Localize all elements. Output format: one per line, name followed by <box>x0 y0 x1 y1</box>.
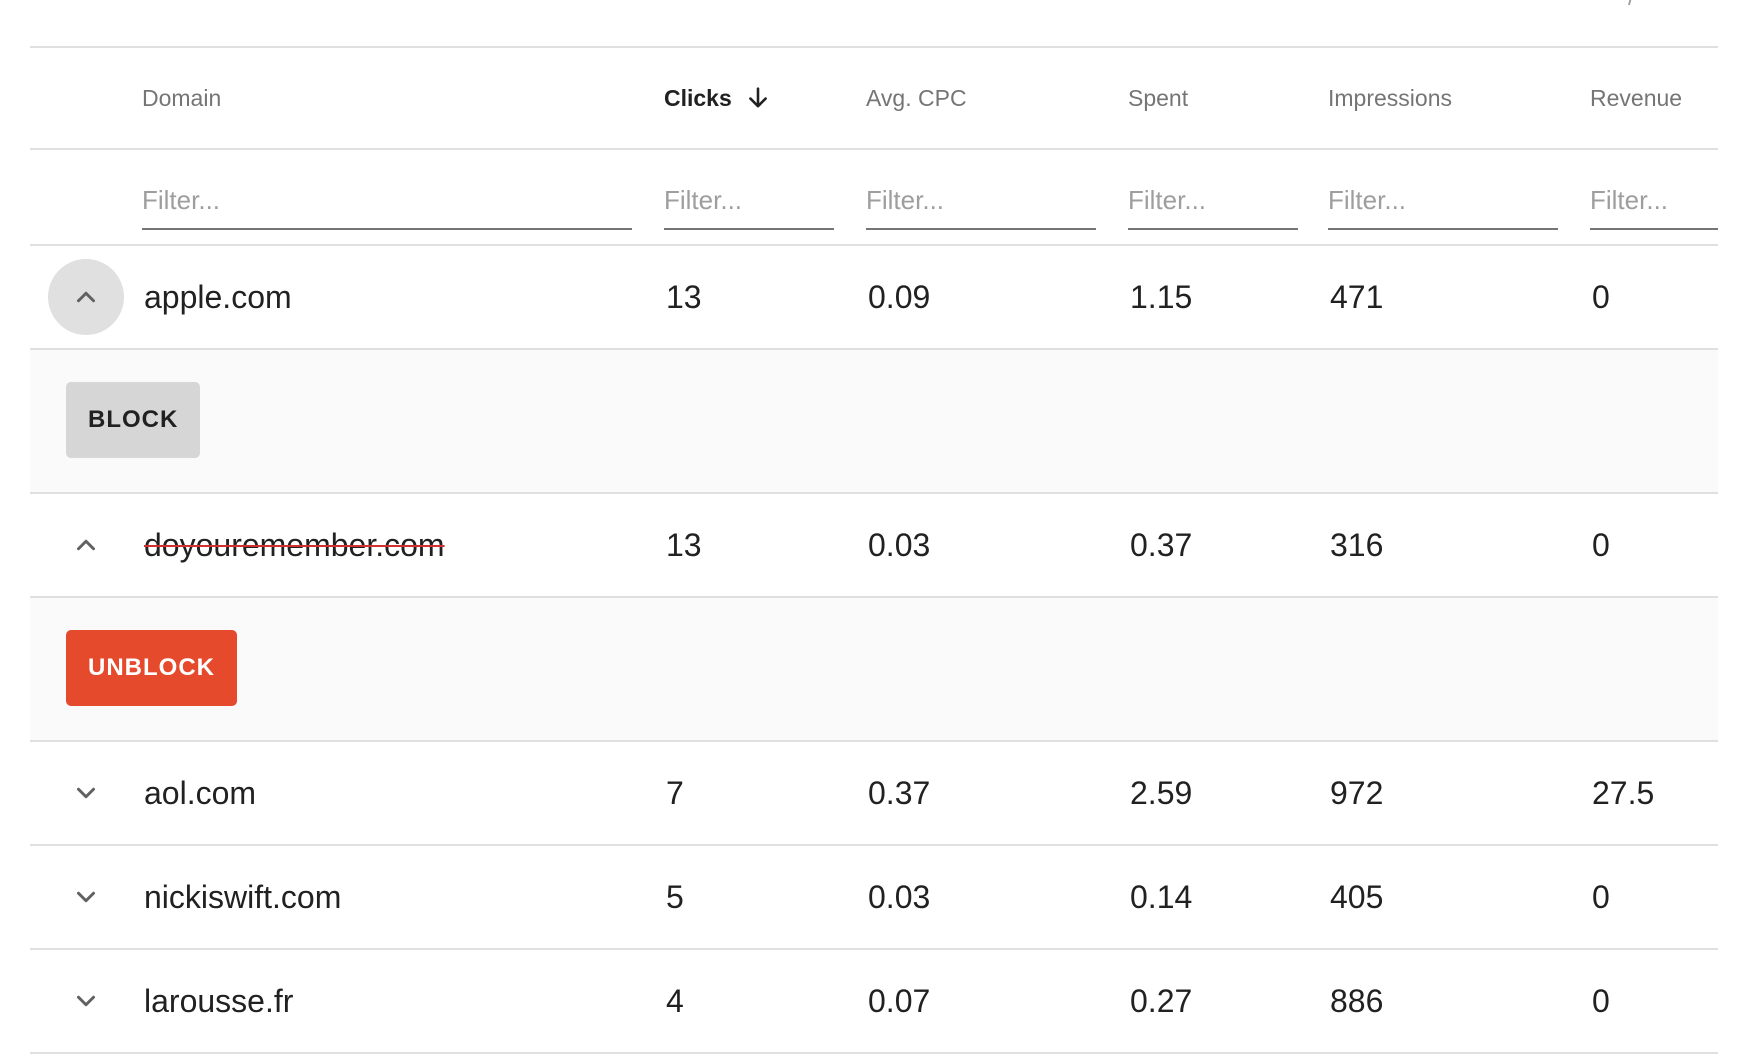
arrow-down-icon[interactable] <box>744 84 772 112</box>
column-header-spent[interactable]: Spent <box>1128 48 1298 148</box>
collapse-row-button[interactable] <box>48 259 124 335</box>
impressions-cell: 471 <box>1330 278 1384 315</box>
column-header-domain[interactable]: Domain <box>142 48 632 148</box>
chevron-down-icon <box>77 995 95 1007</box>
avg-cpc-filter-input[interactable] <box>866 185 1096 230</box>
clicks-cell: 4 <box>666 982 684 1019</box>
domain-cell: larousse.fr <box>144 982 294 1019</box>
column-header-impressions[interactable]: Impressions <box>1328 48 1558 148</box>
clicks-cell: 5 <box>666 878 684 915</box>
impressions-filter-input[interactable] <box>1328 185 1558 230</box>
table-row[interactable]: doyouremember.com 13 0.03 0.37 316 0 <box>30 494 1718 598</box>
avg-cpc-cell: 0.03 <box>868 878 931 915</box>
column-header-revenue[interactable]: Revenue <box>1590 48 1718 148</box>
chevron-up-icon <box>77 291 95 303</box>
filter-cell-domain <box>142 150 632 244</box>
avg-cpc-cell: 0.03 <box>868 526 931 563</box>
spent-cell: 0.27 <box>1130 982 1193 1019</box>
revenue-cell: 0 <box>1592 526 1610 563</box>
top-edge-fragment: / <box>1628 0 1635 12</box>
domain-cell: aol.com <box>144 774 257 811</box>
spent-cell: 2.59 <box>1130 774 1193 811</box>
revenue-cell: 0 <box>1592 982 1610 1019</box>
impressions-cell: 405 <box>1330 878 1384 915</box>
row-detail-panel: UNBLOCK <box>30 598 1718 742</box>
chevron-up-icon <box>77 539 95 551</box>
block-button[interactable]: BLOCK <box>66 382 201 458</box>
impressions-cell: 886 <box>1330 982 1384 1019</box>
chevron-down-icon <box>77 891 95 903</box>
spent-cell: 0.37 <box>1130 526 1193 563</box>
avg-cpc-cell: 0.07 <box>868 982 931 1019</box>
table-row[interactable]: larousse.fr 4 0.07 0.27 886 0 <box>30 950 1718 1054</box>
clicks-cell: 13 <box>666 278 702 315</box>
filter-cell-impressions <box>1328 150 1558 244</box>
impressions-cell: 972 <box>1330 774 1384 811</box>
domain-cell: doyouremember.com <box>144 494 634 596</box>
clicks-cell: 7 <box>666 774 684 811</box>
filter-cell-clicks <box>664 150 834 244</box>
table-row[interactable]: apple.com 13 0.09 1.15 471 0 <box>30 246 1718 350</box>
impressions-cell: 316 <box>1330 526 1384 563</box>
clicks-cell: 13 <box>666 526 702 563</box>
column-header-clicks-label: Clicks <box>664 84 732 111</box>
filter-cell-revenue <box>1590 150 1718 244</box>
clicks-filter-input[interactable] <box>664 185 834 230</box>
row-detail-panel: BLOCK <box>30 350 1718 494</box>
spent-filter-input[interactable] <box>1128 185 1298 230</box>
avg-cpc-cell: 0.37 <box>868 774 931 811</box>
avg-cpc-cell: 0.09 <box>868 278 931 315</box>
revenue-filter-input[interactable] <box>1590 185 1718 230</box>
filter-cell-spent <box>1128 150 1298 244</box>
revenue-cell: 0 <box>1592 878 1610 915</box>
chevron-down-icon <box>77 787 95 799</box>
expand-row-button[interactable] <box>48 963 124 1039</box>
table-row[interactable]: aol.com 7 0.37 2.59 972 27.5 <box>30 742 1718 846</box>
domains-table: Domain Clicks Avg. CPC Spent Impressions… <box>30 46 1718 1054</box>
spent-cell: 0.14 <box>1130 878 1193 915</box>
collapse-row-button[interactable] <box>48 507 124 583</box>
spent-cell: 1.15 <box>1130 278 1193 315</box>
table-row[interactable]: nickiswift.com 5 0.03 0.14 405 0 <box>30 846 1718 950</box>
domain-cell: apple.com <box>144 278 292 315</box>
column-header-avg-cpc[interactable]: Avg. CPC <box>866 48 1096 148</box>
unblock-button[interactable]: UNBLOCK <box>66 630 237 706</box>
expand-row-button[interactable] <box>48 859 124 935</box>
table-header-row: Domain Clicks Avg. CPC Spent Impressions… <box>30 48 1718 150</box>
column-header-clicks[interactable]: Clicks <box>664 48 834 148</box>
expand-row-button[interactable] <box>48 755 124 831</box>
revenue-cell: 0 <box>1592 278 1610 315</box>
domain-filter-input[interactable] <box>142 185 632 230</box>
revenue-cell: 27.5 <box>1592 774 1655 811</box>
filter-row <box>30 150 1718 246</box>
domain-cell: nickiswift.com <box>144 878 342 915</box>
blocked-domain-text: doyouremember.com <box>144 526 445 563</box>
filter-cell-avg-cpc <box>866 150 1096 244</box>
